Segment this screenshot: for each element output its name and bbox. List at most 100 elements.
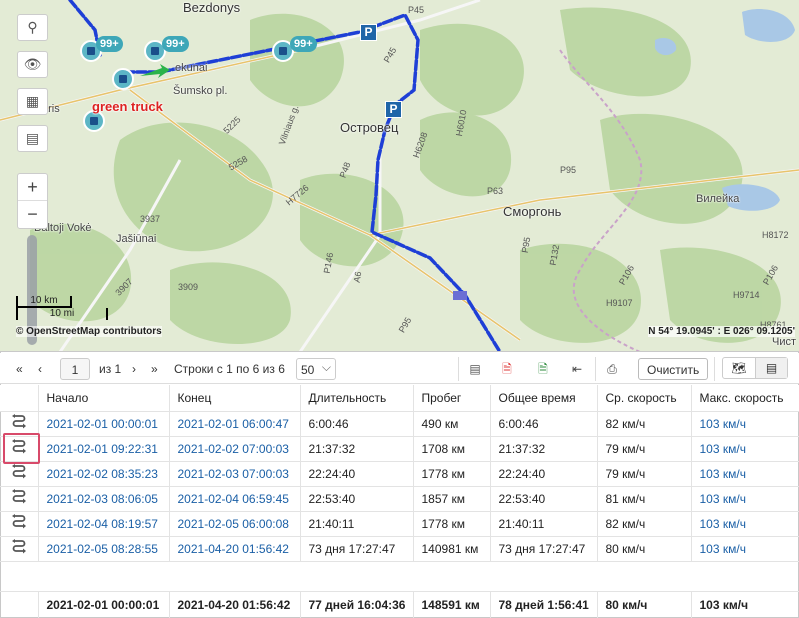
map-attribution[interactable]: © OpenStreetMap contributors [16,326,162,337]
pdf-icon[interactable]: 🗎 [494,358,520,380]
rows-per-page-select[interactable]: 50 [296,356,336,380]
column-header[interactable]: Длительность [300,385,414,412]
column-header[interactable]: Макс. скорость [691,385,799,412]
cell-start[interactable]: 2021-02-01 09:22:31 [38,436,170,462]
cell-start[interactable]: 2021-02-03 08:06:05 [38,486,170,512]
cell-start[interactable]: 2021-02-04 08:19:57 [38,511,170,537]
map-contact-button[interactable]: ▤ [17,125,48,152]
place-label: ekunai [175,62,208,74]
cell-avg: 82 км/ч [597,511,692,537]
route-icon[interactable] [0,411,39,437]
cell-end[interactable]: 2021-04-20 01:56:42 [169,536,301,562]
table-row[interactable]: 2021-02-04 08:19:57 2021-02-05 06:00:08 21… [0,511,799,537]
parking-marker[interactable]: P [360,24,377,41]
empty-row [0,561,799,592]
columns-icon[interactable]: ▤ [462,358,488,380]
cell-max[interactable]: 103 км/ч [691,411,799,437]
route-icon[interactable] [0,511,39,537]
totals-mileage: 148591 км [413,590,491,618]
route-icon[interactable] [0,536,39,562]
cell-total: 22:53:40 [490,486,598,512]
column-header[interactable]: Общее время [490,385,598,412]
last-page-button[interactable]: » [151,358,158,380]
cluster-badge[interactable]: 99+ [290,36,317,52]
cell-start[interactable]: 2021-02-02 08:35:23 [38,461,170,487]
route-icon[interactable] [0,461,39,487]
view-toggle-group: 🗺 ▤ [722,357,788,379]
totals-avg-speed: 80 км/ч [597,590,692,618]
totals-total-time: 78 дней 1:56:41 [490,590,598,618]
table-view-icon[interactable]: ▤ [755,358,787,378]
table-row[interactable]: 2021-02-05 08:28:55 2021-04-20 01:56:42 73… [0,536,799,562]
road-label: H8172 [762,230,789,240]
column-header[interactable]: Ср. скорость [597,385,692,412]
parking-marker[interactable]: P [385,101,402,118]
cell-max[interactable]: 103 км/ч [691,436,799,462]
cursor-coordinates: N 54° 19.0945' : E 026° 09.1205' [648,326,795,337]
cell-end[interactable]: 2021-02-01 06:00:47 [169,411,301,437]
next-page-button[interactable]: › [132,358,136,380]
cell-total: 73 дня 17:27:47 [490,536,598,562]
cell-duration: 6:00:46 [300,411,414,437]
map-visibility-button[interactable]: 👁 [17,51,48,78]
map-view-icon[interactable]: 🗺 [723,358,755,378]
road-label: H9107 [606,298,633,308]
cell-end[interactable]: 2021-02-02 07:00:03 [169,436,301,462]
table-row[interactable]: 2021-02-02 08:35:23 2021-02-03 07:00:03 22… [0,461,799,487]
toolbar-divider [595,357,596,381]
cell-start[interactable]: 2021-02-01 00:00:01 [38,411,170,437]
export-icon[interactable]: ⇤ [564,358,590,380]
cluster-badge[interactable]: 99+ [162,36,189,52]
cell-avg: 81 км/ч [597,486,692,512]
column-header[interactable]: Начало [38,385,170,412]
map-view[interactable]: Bezdonys Островец Сморгонь Вилейка Balto… [0,0,799,352]
cell-max[interactable]: 103 км/ч [691,536,799,562]
place-label: Jašiūnai [116,233,157,245]
road-label: 3909 [178,282,199,292]
direction-arrow-icon [140,64,170,78]
totals-end: 2021-04-20 01:56:42 [169,590,301,618]
table-row[interactable]: 2021-02-01 09:22:31 2021-02-02 07:00:03 21… [0,436,799,462]
cell-end[interactable]: 2021-02-04 06:59:45 [169,486,301,512]
route-icon[interactable] [0,436,39,462]
totals-row: 2021-02-01 00:00:01 2021-04-20 01:56:42 … [0,590,799,618]
trips-table: Начало Конец Длительность Пробег Общее в… [0,385,799,618]
route-stop-marker[interactable] [453,291,467,300]
road-label: P63 [487,186,504,196]
table-row[interactable]: 2021-02-03 08:06:05 2021-02-04 06:59:45 22… [0,486,799,512]
cell-end[interactable]: 2021-02-03 07:00:03 [169,461,301,487]
cell-avg: 79 км/ч [597,436,692,462]
cell-mileage: 1778 км [413,511,491,537]
map-scale: 10 km 10 mi [16,296,108,320]
truck-icon[interactable] [112,68,134,90]
cell-max[interactable]: 103 км/ч [691,486,799,512]
map-search-button[interactable]: ⚲ [17,14,48,41]
place-label: Вилейка [696,193,740,205]
zoom-in-button[interactable]: + [18,174,47,201]
page-input[interactable]: 1 [60,358,90,380]
column-header[interactable]: Конец [169,385,301,412]
vehicle-label[interactable]: green truck [92,99,163,114]
cell-max[interactable]: 103 км/ч [691,461,799,487]
column-header[interactable]: Пробег [413,385,491,412]
cell-max[interactable]: 103 км/ч [691,511,799,537]
first-page-button[interactable]: « [16,358,23,380]
map-layers-button[interactable]: ▦ [17,88,48,115]
zoom-out-button[interactable]: − [18,201,47,228]
cell-duration: 22:24:40 [300,461,414,487]
cell-duration: 21:37:32 [300,436,414,462]
toolbar-divider [458,357,459,381]
print-icon[interactable]: ⎙ [599,358,625,380]
table-row[interactable]: 2021-02-01 00:00:01 2021-02-01 06:00:47 6:… [0,411,799,437]
prev-page-button[interactable]: ‹ [38,358,42,380]
cell-duration: 73 дня 17:27:47 [300,536,414,562]
cluster-badge[interactable]: 99+ [96,36,123,52]
clear-button[interactable]: Очистить [638,358,709,380]
cell-start[interactable]: 2021-02-05 08:28:55 [38,536,170,562]
rows-info: Строки с 1 по 6 из 6 [174,362,285,376]
route-icon[interactable] [0,486,39,512]
cell-end[interactable]: 2021-02-05 06:00:08 [169,511,301,537]
page-count: из 1 [99,362,122,376]
excel-icon[interactable]: 🗎 [530,358,556,380]
cell-avg: 82 км/ч [597,411,692,437]
